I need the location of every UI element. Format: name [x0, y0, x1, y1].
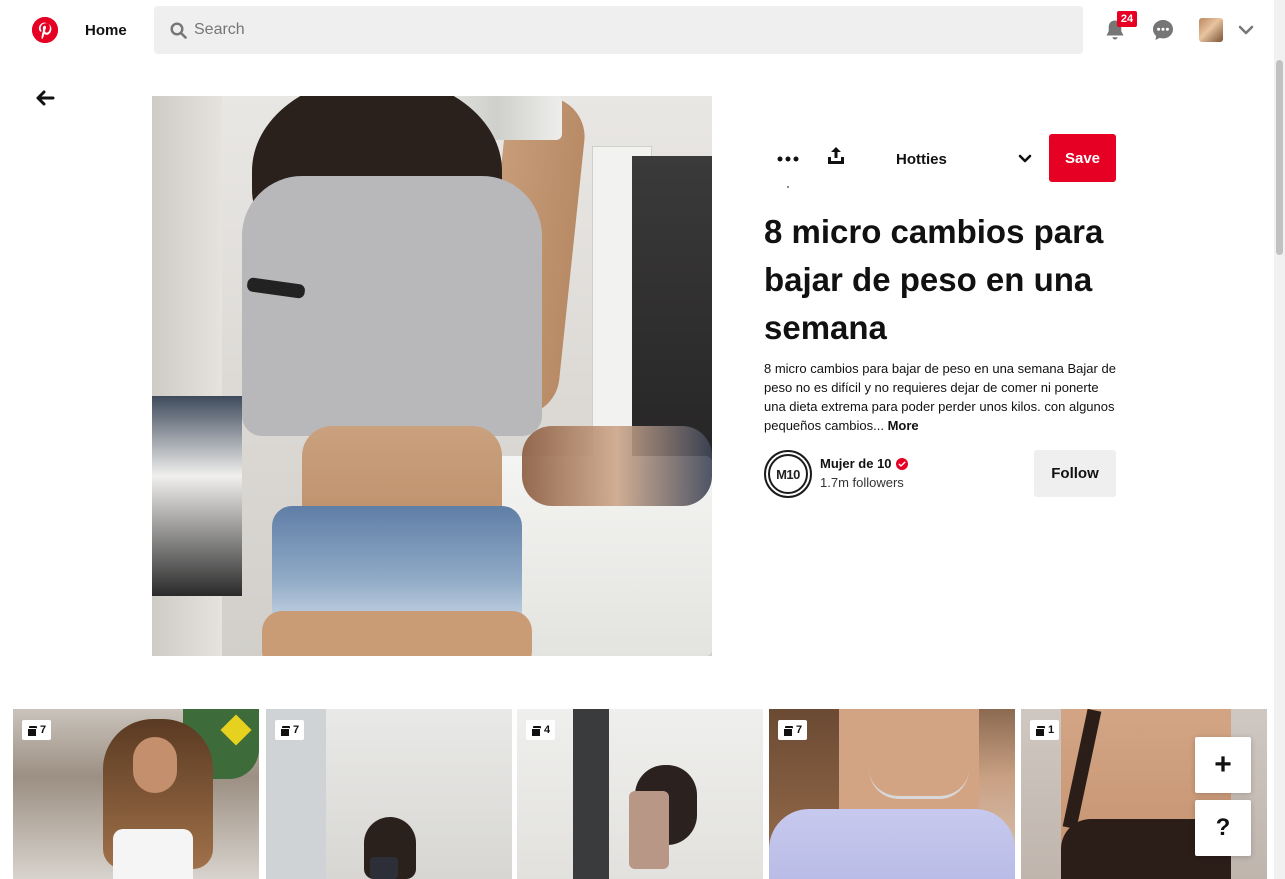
- creator-name-text: Mujer de 10: [820, 456, 892, 471]
- creator-followers: 1.7m followers: [820, 475, 904, 490]
- more-link[interactable]: More: [888, 418, 919, 433]
- related-pins-grid: 7 7 4 7 1: [13, 709, 1273, 879]
- creator-name[interactable]: Mujer de 10: [820, 456, 908, 471]
- pin-count: 1: [1048, 724, 1055, 736]
- pin-image[interactable]: [152, 96, 712, 656]
- pin-count: 7: [293, 724, 300, 736]
- back-button[interactable]: [33, 88, 57, 112]
- pin-count: 7: [796, 724, 803, 736]
- creator-avatar[interactable]: M10: [764, 450, 812, 498]
- scrollbar-thumb[interactable]: [1276, 60, 1283, 255]
- message-icon[interactable]: [1151, 18, 1175, 47]
- save-button[interactable]: Save: [1049, 134, 1116, 182]
- share-icon: [826, 146, 846, 171]
- user-avatar[interactable]: [1199, 18, 1223, 42]
- nav-home-link[interactable]: Home: [85, 22, 127, 39]
- divider-dot: [787, 186, 789, 188]
- chevron-down-icon: [1018, 151, 1032, 169]
- more-dots-icon: [777, 149, 799, 167]
- chevron-down-icon[interactable]: [1238, 23, 1254, 41]
- pin-count: 7: [40, 724, 47, 736]
- pin-description: 8 micro cambios para bajar de peso en un…: [764, 359, 1120, 435]
- notification-badge: 24: [1117, 11, 1137, 27]
- pinterest-logo-icon[interactable]: [32, 17, 58, 43]
- help-button[interactable]: ?: [1195, 800, 1251, 856]
- board-count-icon: [27, 725, 37, 737]
- search-icon: [170, 22, 187, 44]
- board-count-icon: [280, 725, 290, 737]
- board-count-icon: [1035, 725, 1045, 737]
- pin-count-badge: 7: [778, 720, 808, 740]
- back-arrow-icon: [35, 90, 55, 111]
- related-pin-card[interactable]: 7: [266, 709, 512, 879]
- create-button[interactable]: +: [1195, 737, 1251, 793]
- search-input[interactable]: [194, 6, 1054, 54]
- pin-title: 8 micro cambios para bajar de peso en un…: [764, 213, 1104, 346]
- board-count-icon: [531, 725, 541, 737]
- pin-count-badge: 7: [22, 720, 52, 740]
- related-pin-card[interactable]: 7: [13, 709, 259, 879]
- pin-description-text: 8 micro cambios para bajar de peso en un…: [764, 361, 1116, 433]
- pin-count-badge: 1: [1030, 720, 1060, 740]
- share-button[interactable]: [822, 145, 850, 171]
- search-bar[interactable]: [154, 6, 1083, 54]
- page-scrollbar[interactable]: [1274, 0, 1285, 879]
- board-select[interactable]: Hotties: [884, 134, 1044, 182]
- verified-icon: [895, 457, 908, 470]
- pin-count-badge: 7: [275, 720, 305, 740]
- board-count-icon: [783, 725, 793, 737]
- pin-action-bar: Hotties Save: [764, 134, 1116, 182]
- creator-avatar-text: M10: [768, 454, 808, 494]
- header: Home 24: [0, 0, 1285, 62]
- pin-count-badge: 4: [526, 720, 556, 740]
- follow-button[interactable]: Follow: [1034, 450, 1116, 497]
- board-name: Hotties: [896, 151, 947, 168]
- related-pin-card[interactable]: 7: [769, 709, 1015, 879]
- pin-count: 4: [544, 724, 551, 736]
- related-pin-card[interactable]: 4: [517, 709, 763, 879]
- more-options-button[interactable]: [772, 146, 804, 170]
